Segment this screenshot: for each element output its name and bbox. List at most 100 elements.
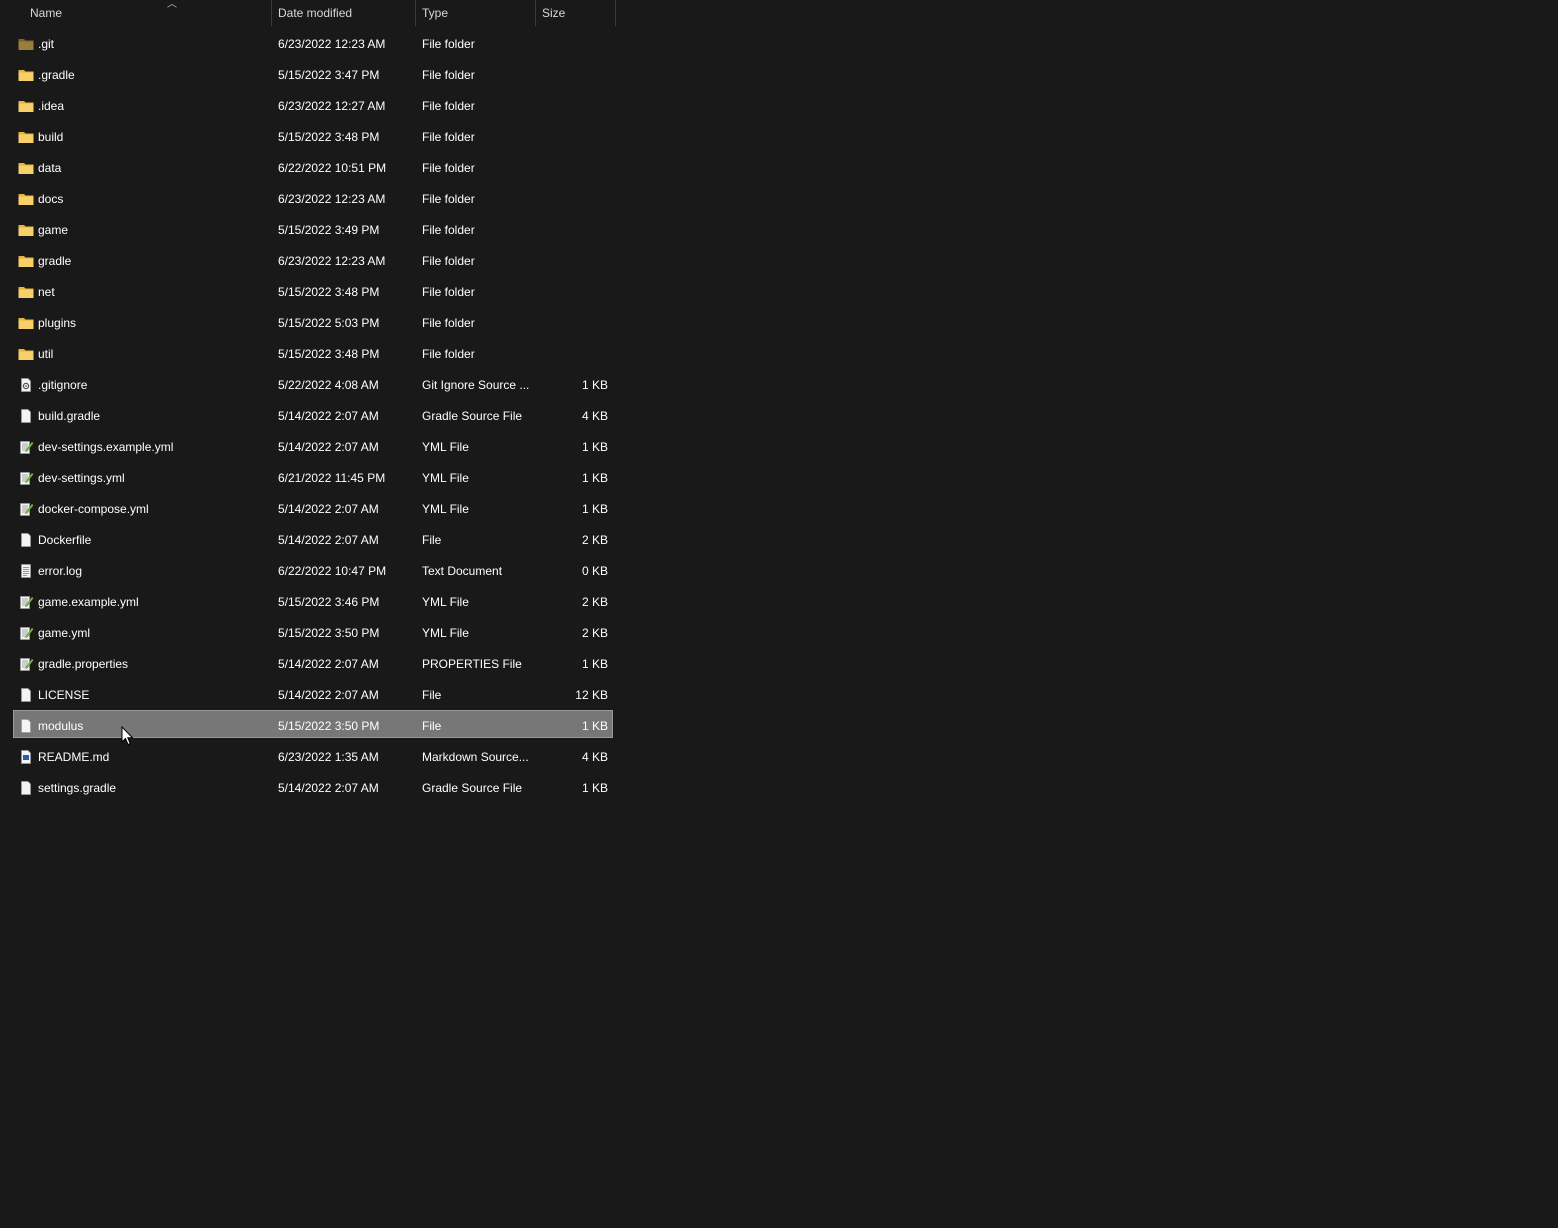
file-row[interactable]: gradle 6/23/2022 12:23 AM File folder [14, 246, 612, 272]
yml-file-icon [18, 595, 34, 609]
file-size: 1 KB [581, 378, 608, 392]
column-header-size[interactable]: Size [536, 0, 616, 26]
file-name: dev-settings.yml [38, 471, 125, 485]
folder-icon [18, 316, 34, 330]
chevron-up-icon: ︿ [167, 0, 177, 10]
file-date-modified: 6/23/2022 12:23 AM [278, 37, 386, 51]
file-date-modified: 5/14/2022 2:07 AM [278, 502, 379, 516]
file-date-modified: 6/21/2022 11:45 PM [278, 471, 386, 485]
file-date-modified: 6/23/2022 12:27 AM [278, 99, 386, 113]
file-name: game.example.yml [38, 595, 139, 609]
file-size: 12 KB [575, 688, 608, 702]
file-size [536, 29, 608, 55]
file-date-modified: 6/23/2022 12:23 AM [278, 254, 386, 268]
file-date-modified: 6/23/2022 12:23 AM [278, 192, 386, 206]
file-row[interactable]: error.log 6/22/2022 10:47 PM Text Document… [14, 556, 612, 582]
file-name: README.md [38, 750, 110, 764]
file-row[interactable]: dev-settings.example.yml 5/14/2022 2:07 A… [14, 432, 612, 458]
text-document-icon [18, 564, 34, 578]
file-type: File [422, 719, 442, 733]
file-name: game [38, 223, 69, 237]
file-row[interactable]: gradle.properties 5/14/2022 2:07 AM PROPER… [14, 649, 612, 675]
file-row[interactable]: docker-compose.yml 5/14/2022 2:07 AM YML F… [14, 494, 612, 520]
file-name: error.log [38, 564, 83, 578]
gear-file-icon [18, 378, 34, 392]
column-header-type-label: Type [422, 6, 449, 20]
folder-icon [18, 285, 34, 299]
file-type: File [422, 533, 442, 547]
file-name: .git [38, 37, 55, 51]
file-date-modified: 5/15/2022 3:50 PM [278, 626, 380, 640]
file-size [536, 277, 608, 303]
file-row[interactable]: docs 6/23/2022 12:23 AM File folder [14, 184, 612, 210]
file-type: File folder [422, 316, 475, 330]
file-row[interactable]: settings.gradle 5/14/2022 2:07 AM Gradle S… [14, 773, 612, 799]
file-row[interactable]: build.gradle 5/14/2022 2:07 AM Gradle Sour… [14, 401, 612, 427]
file-type: YML File [422, 595, 469, 609]
file-date-modified: 5/14/2022 2:07 AM [278, 781, 379, 795]
file-row[interactable]: game.yml 5/15/2022 3:50 PM YML File 2 KB [14, 618, 612, 644]
folder-icon [18, 254, 34, 268]
file-row[interactable]: dev-settings.yml 6/21/2022 11:45 PM YML Fi… [14, 463, 612, 489]
file-list: .git 6/23/2022 12:23 AM File folder .gradle… [13, 29, 613, 804]
file-type: File [422, 688, 442, 702]
column-header-date[interactable]: Date modified [272, 0, 416, 26]
file-date-modified: 5/15/2022 3:46 PM [278, 595, 380, 609]
file-type: PROPERTIES File [422, 657, 522, 671]
file-date-modified: 6/22/2022 10:51 PM [278, 161, 387, 175]
file-date-modified: 5/14/2022 2:07 AM [278, 533, 379, 547]
file-name: util [38, 347, 54, 361]
file-type: File folder [422, 254, 475, 268]
file-type: YML File [422, 626, 469, 640]
file-size: 2 KB [581, 595, 608, 609]
file-date-modified: 5/15/2022 3:49 PM [278, 223, 380, 237]
folder-icon [18, 99, 34, 113]
file-row[interactable]: LICENSE 5/14/2022 2:07 AM File 12 KB [14, 680, 612, 706]
file-name: data [38, 161, 62, 175]
file-row[interactable]: .gradle 5/15/2022 3:47 PM File folder [14, 60, 612, 86]
file-row[interactable]: .git 6/23/2022 12:23 AM File folder [14, 29, 612, 55]
file-date-modified: 5/22/2022 4:08 AM [278, 378, 379, 392]
file-date-modified: 5/14/2022 2:07 AM [278, 409, 379, 423]
file-row[interactable]: .gitignore 5/22/2022 4:08 AM Git Ignore So… [14, 370, 612, 396]
file-name: docs [38, 192, 64, 206]
document-icon [18, 533, 34, 547]
column-header-size-label: Size [542, 6, 566, 20]
file-size: 4 KB [581, 750, 608, 764]
file-name: settings.gradle [38, 781, 117, 795]
file-row[interactable]: data 6/22/2022 10:51 PM File folder [14, 153, 612, 179]
file-row[interactable]: net 5/15/2022 3:48 PM File folder [14, 277, 612, 303]
folder-icon [18, 192, 34, 206]
document-icon [18, 688, 34, 702]
file-row[interactable]: Dockerfile 5/14/2022 2:07 AM File 2 KB [14, 525, 612, 551]
file-name: .gradle [38, 68, 75, 82]
yml-file-icon [18, 440, 34, 454]
file-date-modified: 5/14/2022 2:07 AM [278, 440, 379, 454]
file-date-modified: 5/14/2022 2:07 AM [278, 688, 379, 702]
column-header-name[interactable]: Name ︿ [24, 0, 272, 26]
file-row[interactable]: game.example.yml 5/15/2022 3:46 PM YML Fil… [14, 587, 612, 613]
column-resize-handle[interactable] [615, 0, 616, 26]
file-row[interactable]: util 5/15/2022 3:48 PM File folder [14, 339, 612, 365]
file-date-modified: 6/23/2022 1:35 AM [278, 750, 379, 764]
file-size: 0 KB [581, 564, 608, 578]
file-size: 1 KB [581, 471, 608, 485]
file-size [536, 246, 608, 272]
file-size: 1 KB [581, 781, 608, 795]
document-icon [18, 409, 34, 423]
file-row[interactable]: game 5/15/2022 3:49 PM File folder [14, 215, 612, 241]
yml-file-icon [18, 626, 34, 640]
file-type: Markdown Source... [422, 750, 529, 764]
file-row[interactable]: README.md 6/23/2022 1:35 AM Markdown Sourc… [14, 742, 612, 768]
document-icon [18, 781, 34, 795]
column-header-type[interactable]: Type [416, 0, 536, 26]
file-name: game.yml [38, 626, 91, 640]
file-row-selected[interactable]: modulus 5/15/2022 3:50 PM File 1 KB [13, 710, 613, 738]
file-size: 2 KB [581, 626, 608, 640]
file-row[interactable]: plugins 5/15/2022 5:03 PM File folder [14, 308, 612, 334]
file-type: File folder [422, 37, 475, 51]
file-row[interactable]: build 5/15/2022 3:48 PM File folder [14, 122, 612, 148]
file-name: .idea [38, 99, 65, 113]
file-type: YML File [422, 502, 469, 516]
file-row[interactable]: .idea 6/23/2022 12:27 AM File folder [14, 91, 612, 117]
